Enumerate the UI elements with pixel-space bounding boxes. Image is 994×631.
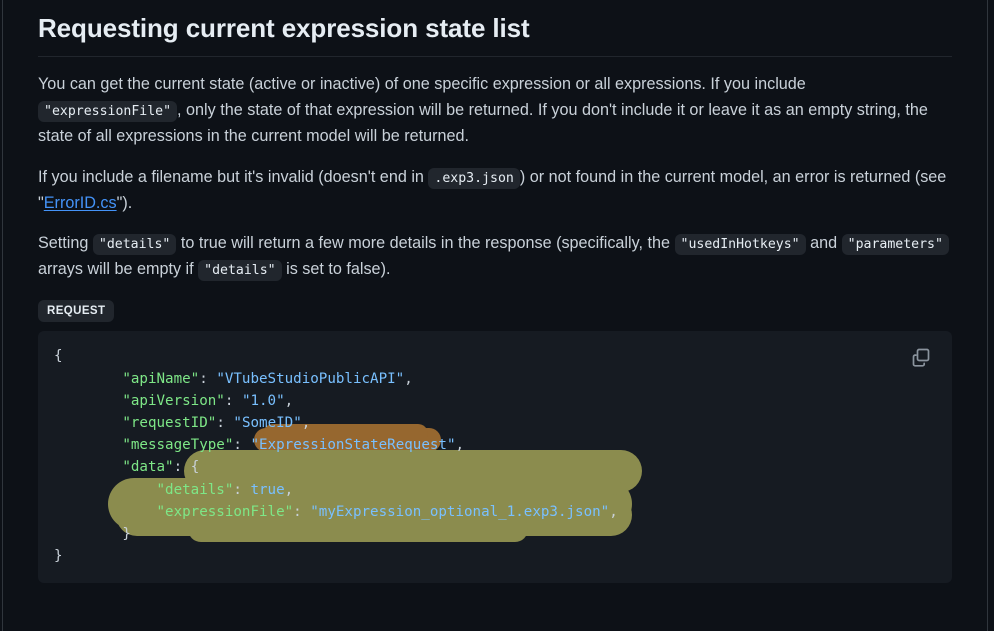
documentation-page: Requesting current expression state list…: [0, 0, 994, 631]
code-sep-2: :: [216, 415, 233, 431]
right-edge-divider: [987, 0, 988, 631]
inline-code-details-1: "details": [93, 234, 176, 255]
article-content: Requesting current expression state list…: [38, 0, 952, 583]
code-value-messagetype: "ExpressionStateRequest": [250, 437, 455, 453]
code-sep-4: :: [174, 459, 191, 475]
code-comma-1: ,: [285, 393, 294, 409]
code-key-data: "data": [122, 459, 173, 475]
status-badge-request: REQUEST: [38, 300, 114, 322]
code-comma-2: ,: [302, 415, 311, 431]
paragraph-details-text-1: Setting: [38, 234, 88, 252]
inline-code-parameters: "parameters": [842, 234, 949, 255]
paragraph-details-text-5: is set to false).: [286, 260, 390, 278]
copy-icon[interactable]: [908, 344, 934, 370]
inline-code-usedinhotkeys: "usedInHotkeys": [675, 234, 806, 255]
code-value-details: true: [250, 482, 284, 498]
paragraph-details-text-4: arrays will be empty if: [38, 260, 194, 278]
code-open-brace: {: [54, 348, 63, 364]
code-key-expressionfile: "expressionFile": [157, 504, 294, 520]
title-divider: [38, 56, 952, 57]
code-data-close-brace: }: [122, 526, 131, 542]
request-badge-row: REQUEST: [38, 300, 952, 322]
code-sep-5: :: [233, 482, 250, 498]
code-key-apiversion: "apiVersion": [122, 393, 225, 409]
code-sep-1: :: [225, 393, 242, 409]
inline-code-exp3json: .exp3.json: [428, 168, 519, 189]
page-title: Requesting current expression state list: [38, 12, 952, 56]
request-code-block: { "apiName": "VTubeStudioPublicAPI", "ap…: [38, 331, 952, 583]
paragraph-intro-text-1: You can get the current state (active or…: [38, 75, 806, 93]
paragraph-details-text-3: and: [810, 234, 837, 252]
left-edge-divider: [2, 0, 3, 631]
paragraph-details-text-2: to true will return a few more details i…: [181, 234, 670, 252]
paragraph-error-text-3: ").: [117, 194, 133, 212]
errorid-cs-link[interactable]: ErrorID.cs: [44, 194, 117, 212]
paragraph-error-text-1: If you include a filename but it's inval…: [38, 168, 424, 186]
code-sep-6: :: [293, 504, 310, 520]
code-value-data-open: {: [191, 459, 200, 475]
code-close-brace: }: [54, 548, 63, 564]
code-value-expressionfile: "myExpression_optional_1.exp3.json": [310, 504, 609, 520]
code-value-apiname: "VTubeStudioPublicAPI": [216, 371, 404, 387]
paragraph-intro: You can get the current state (active or…: [38, 71, 952, 150]
inline-code-expressionfile: "expressionFile": [38, 101, 177, 122]
code-comma-5: ,: [285, 482, 294, 498]
code-value-requestid: "SomeID": [233, 415, 301, 431]
paragraph-details: Setting "details" to true will return a …: [38, 230, 952, 282]
code-comma-6: ,: [609, 504, 618, 520]
code-value-apiversion: "1.0": [242, 393, 285, 409]
code-key-messagetype: "messageType": [122, 437, 233, 453]
code-comma-0: ,: [404, 371, 413, 387]
code-key-apiname: "apiName": [122, 371, 199, 387]
paragraph-error: If you include a filename but it's inval…: [38, 164, 952, 216]
code-key-requestid: "requestID": [122, 415, 216, 431]
code-key-details: "details": [157, 482, 234, 498]
code-sep-0: :: [199, 371, 216, 387]
code-sep-3: :: [233, 437, 250, 453]
request-json-code: { "apiName": "VTubeStudioPublicAPI", "ap…: [54, 345, 936, 567]
inline-code-details-2: "details": [198, 260, 281, 281]
code-comma-3: ,: [455, 437, 464, 453]
